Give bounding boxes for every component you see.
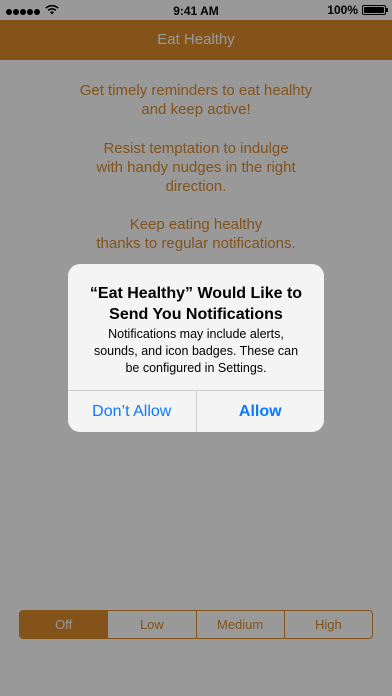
- alert-title: “Eat Healthy” Would Like to Send You Not…: [89, 285, 303, 323]
- allow-button[interactable]: Allow: [195, 391, 325, 432]
- alert-message: Notifications may include alerts, sounds…: [93, 327, 299, 375]
- alert-actions: Don’t Allow Allow: [68, 390, 324, 432]
- notification-permission-alert: “Eat Healthy” Would Like to Send You Not…: [68, 264, 324, 432]
- dont-allow-button[interactable]: Don’t Allow: [68, 391, 196, 432]
